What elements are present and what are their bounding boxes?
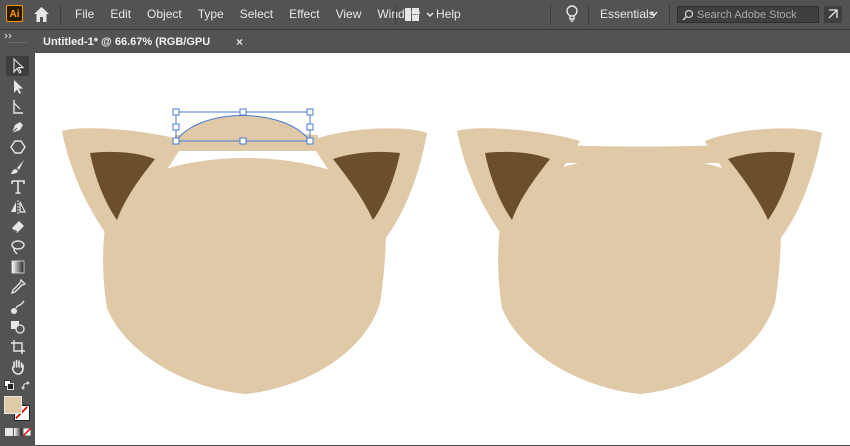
menu-select[interactable]: Select: [232, 0, 281, 29]
selected-arc-shape[interactable]: [176, 115, 310, 142]
lightbulb-icon[interactable]: [565, 5, 579, 23]
hand-tool[interactable]: [6, 357, 29, 377]
artboard-icon: [10, 340, 25, 354]
blend-icon: [10, 300, 25, 314]
direct-selection-icon: [13, 80, 23, 94]
gradient-icon: [11, 260, 24, 274]
chevron-down-icon[interactable]: [650, 11, 658, 17]
workspace-switcher[interactable]: Essentials: [600, 0, 655, 29]
tools-panel: [0, 29, 35, 446]
pen-icon: [11, 122, 23, 134]
curvature-tool[interactable]: [6, 97, 29, 117]
menu-type[interactable]: Type: [190, 0, 232, 29]
hand-icon: [11, 359, 24, 375]
paintbrush-tool[interactable]: [6, 157, 29, 177]
eyedropper-icon: [10, 279, 26, 295]
shape-builder-icon: [10, 321, 25, 334]
right-cat-head-shape[interactable]: [498, 156, 782, 395]
expand-panels-icon[interactable]: [824, 6, 842, 23]
direct-selection-tool[interactable]: [6, 77, 29, 97]
divider: [395, 4, 396, 25]
none-mode-icon[interactable]: [23, 428, 31, 436]
collapse-panel-icon[interactable]: [4, 33, 14, 39]
menu-effect[interactable]: Effect: [281, 0, 327, 29]
lasso-tool[interactable]: [6, 237, 29, 257]
fill-swatch[interactable]: [4, 396, 22, 414]
divider: [60, 4, 61, 25]
divider: [588, 4, 589, 25]
document-tab-bar: Untitled-1* @ 66.67% (RGB/GPU Preview) ×: [35, 29, 850, 72]
paintbrush-icon: [10, 160, 24, 174]
selection-tool[interactable]: [6, 56, 29, 76]
eraser-tool[interactable]: [6, 217, 29, 237]
swap-colors-icon[interactable]: [21, 381, 31, 391]
gradient-mode-button[interactable]: [14, 428, 22, 436]
artwork: [62, 108, 822, 394]
panel-grip: [8, 42, 27, 43]
divider: [550, 4, 551, 25]
menu-view[interactable]: View: [328, 0, 370, 29]
default-colors-icon[interactable]: [4, 380, 14, 390]
illustrator-logo: Ai: [6, 5, 23, 22]
artboard-canvas[interactable]: [35, 53, 850, 445]
menu-object[interactable]: Object: [139, 0, 190, 29]
eyedropper-tool[interactable]: [6, 277, 29, 297]
menu-bar: Ai File Edit Object Type Select Effect V…: [0, 0, 850, 29]
blend-tool[interactable]: [6, 297, 29, 317]
selection-arrow-icon: [12, 58, 24, 74]
stock-search[interactable]: [677, 6, 819, 23]
home-icon[interactable]: [33, 6, 50, 23]
cat-head-right[interactable]: [457, 128, 822, 394]
type-tool[interactable]: [6, 177, 29, 197]
pen-tool[interactable]: [6, 117, 29, 137]
curvature-icon: [12, 100, 23, 114]
menu-file[interactable]: File: [67, 0, 102, 29]
left-cat-head-shape[interactable]: [103, 158, 387, 394]
document-tab[interactable]: Untitled-1* @ 66.67% (RGB/GPU Preview) ×: [35, 30, 253, 72]
menu-edit[interactable]: Edit: [102, 0, 139, 29]
polygon-icon: [9, 140, 26, 154]
divider: [669, 4, 670, 25]
search-input[interactable]: [697, 7, 815, 22]
type-icon: [10, 180, 25, 194]
shape-builder-tool[interactable]: [6, 317, 29, 337]
artboard-tool[interactable]: [6, 337, 29, 357]
shape-tool[interactable]: [6, 137, 29, 157]
cat-head-left[interactable]: [62, 108, 427, 394]
reflect-tool[interactable]: [6, 197, 29, 217]
lasso-icon: [10, 240, 25, 255]
search-icon: [682, 9, 694, 21]
color-mode-button[interactable]: [5, 428, 13, 436]
arrange-documents-icon[interactable]: [404, 6, 436, 23]
close-tab-button[interactable]: ×: [236, 30, 243, 54]
reflect-icon: [10, 200, 26, 214]
eraser-icon: [11, 221, 24, 233]
gradient-tool[interactable]: [6, 257, 29, 277]
